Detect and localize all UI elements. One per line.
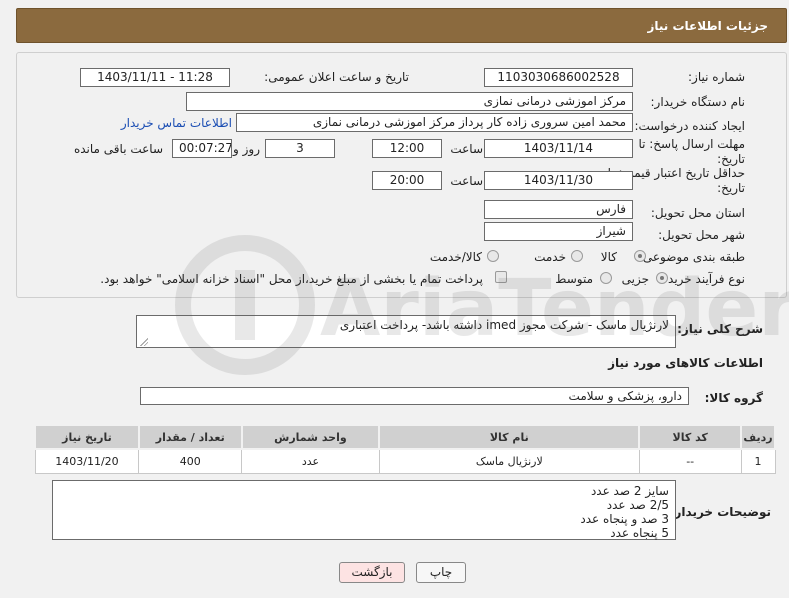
validity-time-label: ساعت <box>450 174 483 188</box>
category-label: طبقه بندی موضوعی: <box>638 250 745 264</box>
cell-code: -- <box>638 448 742 474</box>
province-label: استان محل تحویل: <box>650 206 745 220</box>
days-label: روز و <box>233 142 260 156</box>
col-name: نام کالا <box>378 424 641 450</box>
page-header: جزئیات اطلاعات نیاز <box>16 8 787 43</box>
description-text: لارنژیال ماسک - شرکت مجوز imed داشته باش… <box>339 318 669 332</box>
description-textarea[interactable]: لارنژیال ماسک - شرکت مجوز imed داشته باش… <box>136 315 676 348</box>
cell-date: 1403/11/20 <box>34 448 140 474</box>
goods-table: ردیف کد کالا نام کالا واحد شمارش تعداد /… <box>34 424 776 474</box>
category-option-goods: کالا <box>600 250 617 264</box>
buyer-notes-label: توضیحات خریدار: <box>669 505 771 519</box>
city-field: شیراز <box>484 222 633 241</box>
description-label: شرح کلی نیاز: <box>677 322 763 336</box>
announce-label: تاریخ و ساعت اعلان عمومی: <box>264 70 409 84</box>
goods-table-header: ردیف کد کالا نام کالا واحد شمارش تعداد /… <box>34 424 776 450</box>
col-unit: واحد شمارش <box>240 424 381 450</box>
category-option-goods-service: کالا/خدمت <box>429 250 482 264</box>
creator-label: ایجاد کننده درخواست: <box>634 119 745 133</box>
buyer-note-line: 3 صد و پنجاه عدد <box>580 512 669 526</box>
buyer-contact-link[interactable]: اطلاعات تماس خریدار <box>121 116 232 130</box>
cell-row: 1 <box>740 448 776 474</box>
cell-qty: 400 <box>138 448 243 474</box>
category-radio-goods[interactable] <box>634 250 646 262</box>
buyer-notes-textarea[interactable]: سایز 2 صد عدد 2/5 صد عدد 3 صد و پنجاه عد… <box>52 480 676 540</box>
process-option-minor: جزیی <box>621 272 649 286</box>
days-remaining-field: 3 <box>265 139 335 158</box>
category-radio-goods-service[interactable] <box>487 250 499 262</box>
goods-group-label: گروه کالا: <box>704 391 763 405</box>
buyer-note-line: سایز 2 صد عدد <box>590 484 669 498</box>
city-label: شهر محل تحویل: <box>658 228 745 242</box>
buyer-note-line: 5 پنجاه عدد <box>610 526 669 540</box>
deadline-label: مهلت ارسال پاسخ: تا تاریخ: <box>638 137 745 166</box>
validity-time-field: 20:00 <box>372 171 442 190</box>
time-remaining-field: 00:07:27 <box>172 139 232 158</box>
announce-field: 1403/11/11 - 11:28 <box>80 68 230 87</box>
col-code: کد کالا <box>638 424 743 450</box>
category-option-service: خدمت <box>534 250 566 264</box>
page-title: جزئیات اطلاعات نیاز <box>647 19 768 33</box>
validity-date-field: 1403/11/30 <box>484 171 633 190</box>
process-radio-minor[interactable] <box>656 272 668 284</box>
cell-unit: عدد <box>241 448 380 474</box>
col-row: ردیف <box>740 424 776 450</box>
cell-name: لارنژیال ماسک <box>378 448 640 474</box>
need-number-field: 1103030686002528 <box>484 68 633 87</box>
treasury-payment-checkbox[interactable] <box>495 271 507 283</box>
back-button[interactable]: بازگشت <box>339 562 405 583</box>
need-number-label: شماره نیاز: <box>688 70 745 84</box>
deadline-time-field: 12:00 <box>372 139 442 158</box>
buyer-org-label: نام دستگاه خریدار: <box>650 95 746 109</box>
print-button[interactable]: چاپ <box>416 562 466 583</box>
table-row: 1 -- لارنژیال ماسک عدد 400 1403/11/20 <box>34 448 776 474</box>
category-radio-service[interactable] <box>571 250 583 262</box>
deadline-time-label: ساعت <box>450 142 483 156</box>
process-label: نوع فرآیند خرید : <box>660 272 745 286</box>
col-qty: تعداد / مقدار <box>137 424 243 450</box>
creator-field: محمد امین سروری زاده کار پرداز مرکز اموز… <box>236 113 633 132</box>
treasury-payment-note: پرداخت تمام یا بخشی از مبلغ خرید،از محل … <box>100 272 483 286</box>
goods-group-field: دارو، پزشکی و سلامت <box>140 387 689 405</box>
process-option-medium: متوسط <box>555 272 593 286</box>
goods-section-title: اطلاعات کالاهای مورد نیاز <box>608 356 763 370</box>
deadline-date-field: 1403/11/14 <box>484 139 633 158</box>
process-radio-medium[interactable] <box>600 272 612 284</box>
province-field: فارس <box>484 200 633 219</box>
col-date: تاریخ نیاز <box>34 424 140 450</box>
buyer-note-line: 2/5 صد عدد <box>606 498 669 512</box>
resize-grip-icon[interactable] <box>139 337 148 346</box>
buyer-org-field: مرکز اموزشی درمانی نمازی <box>186 92 633 111</box>
time-remaining-label: ساعت باقی مانده <box>73 142 163 156</box>
